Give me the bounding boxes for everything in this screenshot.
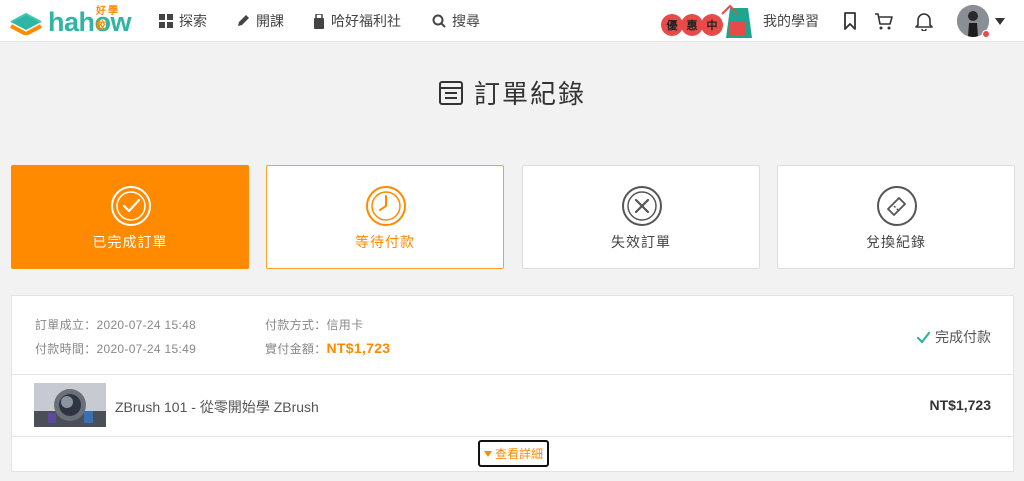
- nav-explore-label: 探索: [179, 13, 207, 29]
- hahow-logo[interactable]: hahow 好學校: [8, 5, 132, 37]
- campaign-char-3: 中: [707, 18, 718, 32]
- divider: [12, 436, 1013, 437]
- divider: [12, 374, 1013, 375]
- view-details-label: 查看詳細: [494, 447, 543, 461]
- order-amount-label: 實付金額：: [265, 342, 327, 356]
- campaign-char-2: 惠: [687, 18, 698, 32]
- check-circle-icon: [111, 186, 151, 226]
- nav-course[interactable]: 開課: [236, 0, 284, 42]
- nav-course-label: 開課: [256, 13, 284, 29]
- pencil-icon: [238, 15, 249, 26]
- filter-completed-label: 已完成訂單: [92, 234, 168, 250]
- my-learning-link[interactable]: 我的學習: [763, 0, 819, 42]
- receipt-icon: [438, 80, 463, 105]
- clock-icon: [366, 186, 406, 226]
- order-card: 訂單成立：2020-07-24 15:48 付款時間：2020-07-24 15…: [11, 295, 1014, 472]
- status-badge: 完成付款: [917, 327, 991, 347]
- logo-subtitle: 好學校: [96, 6, 120, 32]
- nav-search[interactable]: 搜尋: [432, 0, 480, 42]
- caret-down-icon[interactable]: [994, 15, 1006, 27]
- filter-pending-payment[interactable]: 等待付款: [266, 165, 504, 269]
- page-title: 訂單紀錄: [0, 74, 1024, 111]
- order-amount-value: NT$1,723: [326, 340, 391, 356]
- filter-invalid-label: 失效訂單: [611, 234, 671, 250]
- view-details-button[interactable]: 查看詳細: [478, 440, 549, 467]
- search-icon: [432, 14, 446, 28]
- status-text: 完成付款: [935, 329, 991, 345]
- campaign-banner[interactable]: 優 惠 中: [660, 4, 752, 40]
- ticket-icon: [877, 186, 917, 226]
- bag-icon: [314, 13, 324, 29]
- notification-dot: [982, 30, 990, 38]
- nav-explore[interactable]: 探索: [159, 0, 207, 42]
- order-created-time: 訂單成立：2020-07-24 15:48: [35, 318, 197, 332]
- filter-redeem-records[interactable]: 兌換紀錄: [777, 165, 1015, 269]
- filter-pending-label: 等待付款: [355, 234, 415, 250]
- bookmark-icon[interactable]: [840, 11, 860, 31]
- course-thumbnail[interactable]: [34, 383, 106, 427]
- check-icon: [917, 331, 930, 343]
- order-amount-row: 實付金額：NT$1,723: [265, 340, 390, 357]
- campaign-char-1: 優: [666, 18, 679, 32]
- page-title-text: 訂單紀錄: [473, 79, 586, 109]
- logo-mark-icon: [10, 12, 42, 35]
- course-title[interactable]: ZBrush 101 - 從零開始學 ZBrush: [115, 397, 319, 417]
- order-paid-time: 付款時間：2020-07-24 15:49: [35, 342, 197, 356]
- filter-invalid-orders[interactable]: 失效訂單: [522, 165, 760, 269]
- nav-welfare-label: 哈好福利社: [331, 13, 401, 29]
- bell-icon[interactable]: [914, 11, 934, 31]
- nav-welfare[interactable]: 哈好福利社: [313, 0, 401, 42]
- grid-icon: [159, 14, 173, 28]
- course-thumbnail-image: [34, 383, 106, 427]
- caret-down-icon: [483, 450, 492, 457]
- x-circle-icon: [622, 186, 662, 226]
- filter-completed-orders[interactable]: 已完成訂單: [11, 165, 249, 269]
- cart-icon[interactable]: [874, 11, 894, 31]
- top-header: hahow 好學校 探索 開課 哈好福利社 搜尋 優 惠 中 我的學習: [0, 0, 1024, 42]
- filter-redeem-label: 兌換紀錄: [866, 234, 926, 250]
- nav-search-label: 搜尋: [452, 13, 480, 29]
- course-price: NT$1,723: [929, 397, 991, 413]
- order-payment-method: 付款方式：信用卡: [265, 318, 364, 332]
